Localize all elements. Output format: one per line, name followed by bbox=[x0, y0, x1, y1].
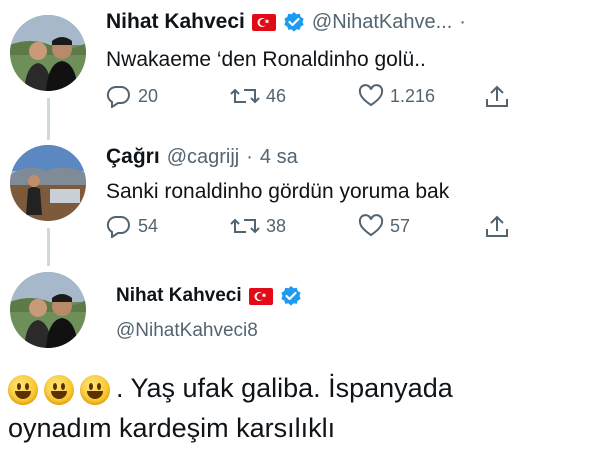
share-button[interactable] bbox=[484, 84, 510, 110]
tweet-1-handle[interactable]: @NihatKahve... bbox=[312, 11, 452, 34]
tweet-2-time[interactable]: 4 sa bbox=[260, 146, 298, 169]
tweet-2-author-name[interactable]: Çağrı bbox=[106, 145, 160, 169]
tweet-2-text: Sanki ronaldinho gördün yoruma bak bbox=[106, 180, 450, 203]
main-tweet-text-line-2: oynadım kardeşim karsılıklı bbox=[8, 413, 336, 443]
verified-icon bbox=[280, 285, 302, 307]
reply-count: 20 bbox=[138, 85, 159, 106]
like-button[interactable]: 57 bbox=[358, 214, 410, 238]
avatar-nihat-main[interactable] bbox=[10, 272, 86, 348]
main-tweet-header: Nihat Kahveci bbox=[116, 285, 302, 307]
grinning-emoji-icon bbox=[44, 374, 74, 405]
tweet-2-separator: · bbox=[246, 145, 253, 168]
reply-icon bbox=[106, 215, 130, 238]
tweet-2-header: Çağrı @cagrijj · 4 sa bbox=[106, 145, 298, 169]
retweet-button[interactable]: 38 bbox=[230, 214, 286, 238]
retweet-icon bbox=[230, 218, 260, 234]
thread-line-1 bbox=[47, 98, 50, 140]
main-tweet-handle[interactable]: @NihatKahveci8 bbox=[116, 320, 258, 342]
grinning-emoji-icon bbox=[8, 374, 38, 405]
main-tweet-author-name[interactable]: Nihat Kahveci bbox=[116, 285, 242, 307]
like-count: 1.216 bbox=[390, 85, 436, 106]
reply-icon bbox=[106, 85, 130, 108]
reply-button[interactable]: 54 bbox=[106, 214, 158, 238]
share-icon bbox=[486, 85, 508, 107]
share-icon bbox=[486, 215, 508, 237]
main-tweet-text: . Yaş ufak galiba. İspanyada oynadım kar… bbox=[8, 368, 453, 448]
retweet-button[interactable]: 46 bbox=[230, 84, 286, 108]
share-button[interactable] bbox=[484, 214, 510, 240]
tweet-2-handle[interactable]: @cagrijj bbox=[167, 146, 240, 169]
turkey-flag-icon bbox=[248, 287, 273, 305]
like-icon bbox=[358, 214, 384, 237]
like-button[interactable]: 1.216 bbox=[358, 84, 435, 108]
main-tweet-text-line-1: . Yaş ufak galiba. İspanyada bbox=[116, 373, 453, 403]
reply-count: 54 bbox=[138, 215, 159, 236]
grinning-emoji-icon bbox=[80, 374, 110, 405]
retweet-icon bbox=[230, 88, 260, 104]
retweet-count: 38 bbox=[266, 215, 287, 236]
tweet-1-separator: · bbox=[459, 10, 466, 33]
avatar-cagri[interactable] bbox=[10, 145, 86, 221]
tweet-1-author-name[interactable]: Nihat Kahveci bbox=[106, 10, 245, 34]
turkey-flag-icon bbox=[251, 13, 276, 31]
like-icon bbox=[358, 84, 384, 107]
like-count: 57 bbox=[390, 215, 411, 236]
tweet-1-text: Nwakaeme ‘den Ronaldinho golü.. bbox=[106, 48, 426, 71]
reply-button[interactable]: 20 bbox=[106, 84, 158, 108]
verified-icon bbox=[283, 11, 305, 33]
main-tweet-line-1: . Yaş ufak galiba. İspanyada bbox=[8, 368, 453, 408]
thread-line-2 bbox=[47, 228, 50, 266]
tweet-1-header: Nihat Kahveci @NihatKahve... · bbox=[106, 10, 466, 34]
avatar-nihat-1[interactable] bbox=[10, 15, 86, 91]
retweet-count: 46 bbox=[266, 85, 287, 106]
